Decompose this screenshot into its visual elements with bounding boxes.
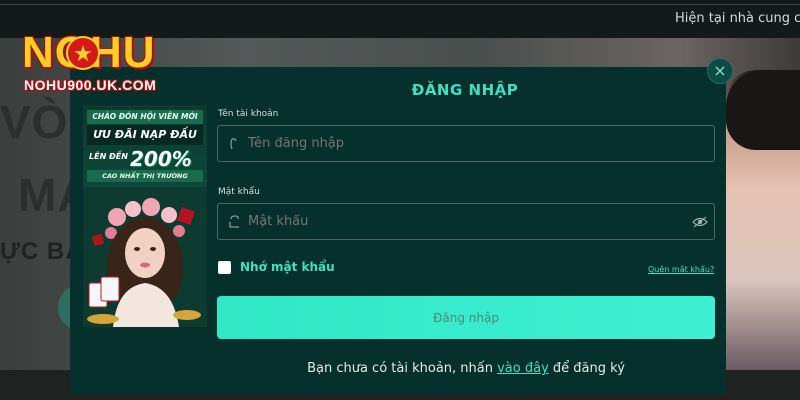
promo-banner: CHÀO ĐÓN HỘI VIÊN MỚI ƯU ĐÃI NẠP ĐẦU LÊN…: [83, 105, 207, 327]
forgot-password-link[interactable]: Quên mật khẩu?: [648, 265, 714, 274]
top-bar-divider: [0, 4, 800, 5]
register-prompt: Bạn chưa có tài khoản, nhấn vào đây để đ…: [217, 361, 715, 376]
site-logo[interactable]: NOHU ★ NOHU900.UK.COM: [22, 28, 182, 98]
remember-checkbox[interactable]: [218, 261, 231, 274]
register-prefix-text: Bạn chưa có tài khoản, nhấn: [307, 361, 498, 376]
login-button[interactable]: Đăng nhập: [217, 296, 715, 339]
lock-icon: [229, 215, 239, 228]
promo-welcome-text: CHÀO ĐÓN HỘI VIÊN MỚI: [87, 110, 203, 124]
close-button[interactable]: ×: [707, 58, 733, 84]
register-link[interactable]: vào đây: [497, 361, 549, 376]
logo-domain-text: NOHU900.UK.COM: [24, 77, 157, 93]
username-field[interactable]: [217, 125, 715, 162]
marquee-notice: Hiện tại nhà cung c: [675, 11, 800, 26]
password-label: Mật khẩu: [218, 187, 260, 197]
login-title: ĐĂNG NHẬP: [411, 81, 519, 99]
star-icon: ★: [66, 36, 100, 70]
register-suffix-text: để đăng ký: [548, 361, 625, 376]
promo-market-text: CAO NHẤT THỊ TRƯỜNG: [87, 170, 203, 182]
promo-offer-text: ƯU ĐÃI NẠP ĐẦU: [87, 125, 203, 145]
password-field[interactable]: [217, 203, 715, 240]
username-label: Tên tài khoản: [218, 109, 279, 119]
promo-bonus-row: LÊN ĐẾN 200%: [87, 147, 203, 171]
promo-percent: 200%: [130, 147, 192, 171]
user-icon: [230, 138, 237, 150]
hero-model-hair: [726, 70, 800, 150]
password-input[interactable]: [248, 214, 688, 229]
promo-model-illustration: [83, 187, 207, 327]
close-icon: ×: [713, 61, 727, 80]
promo-upto-text: LÊN ĐẾN: [89, 152, 128, 161]
username-input[interactable]: [248, 136, 688, 151]
remember-label[interactable]: Nhớ mật khẩu: [240, 260, 335, 274]
eye-icon[interactable]: [692, 215, 708, 229]
